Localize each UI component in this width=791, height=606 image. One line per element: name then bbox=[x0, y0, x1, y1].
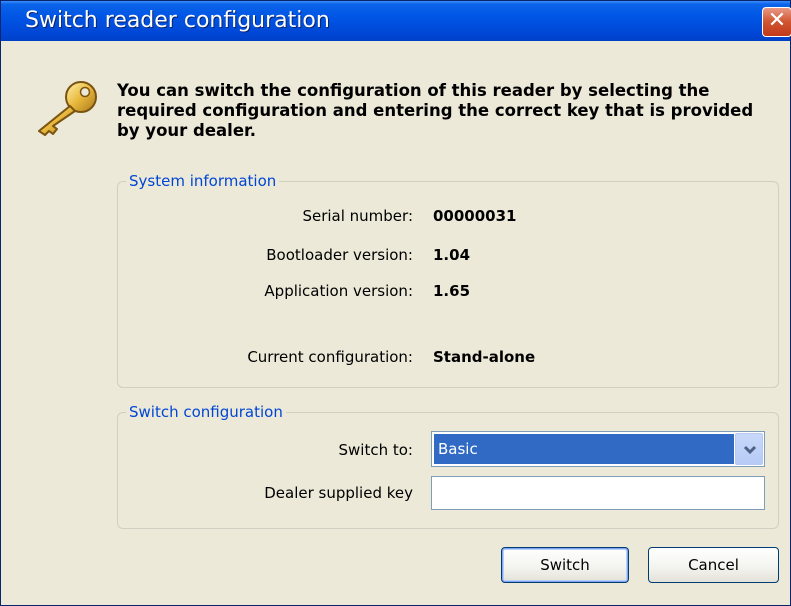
switch-to-selected-value: Basic bbox=[434, 434, 734, 464]
switch-to-label: Switch to: bbox=[338, 441, 413, 459]
current-configuration-label: Current configuration: bbox=[247, 348, 413, 366]
chevron-down-icon bbox=[743, 445, 757, 455]
switch-button[interactable]: Switch bbox=[501, 547, 629, 583]
key-icon bbox=[38, 81, 97, 136]
cancel-button[interactable]: Cancel bbox=[648, 547, 779, 583]
current-configuration-value: Stand-alone bbox=[433, 348, 536, 366]
switch-configuration-group: Switch configuration bbox=[117, 402, 779, 529]
bootloader-version-label: Bootloader version: bbox=[266, 246, 413, 264]
window-title: Switch reader configuration bbox=[25, 8, 330, 33]
title-bar[interactable]: Switch reader configuration ✕ bbox=[1, 1, 791, 41]
application-version-value: 1.65 bbox=[433, 282, 471, 300]
dealer-key-label: Dealer supplied key bbox=[264, 484, 413, 502]
dropdown-button[interactable] bbox=[735, 433, 763, 465]
switch-reader-dialog: Switch reader configuration ✕ You can sw… bbox=[0, 0, 791, 606]
switch-configuration-title: Switch configuration bbox=[126, 402, 286, 422]
close-button[interactable]: ✕ bbox=[762, 7, 791, 37]
close-icon: ✕ bbox=[767, 8, 787, 33]
system-information-title: System information bbox=[126, 171, 280, 191]
switch-to-select[interactable]: Basic bbox=[431, 431, 765, 467]
dealer-key-input[interactable] bbox=[431, 476, 765, 510]
serial-number-label: Serial number: bbox=[302, 207, 413, 225]
application-version-label: Application version: bbox=[264, 282, 413, 300]
intro-text: You can switch the configuration of this… bbox=[117, 81, 754, 140]
serial-number-value: 00000031 bbox=[433, 207, 517, 225]
bootloader-version-value: 1.04 bbox=[433, 246, 471, 264]
